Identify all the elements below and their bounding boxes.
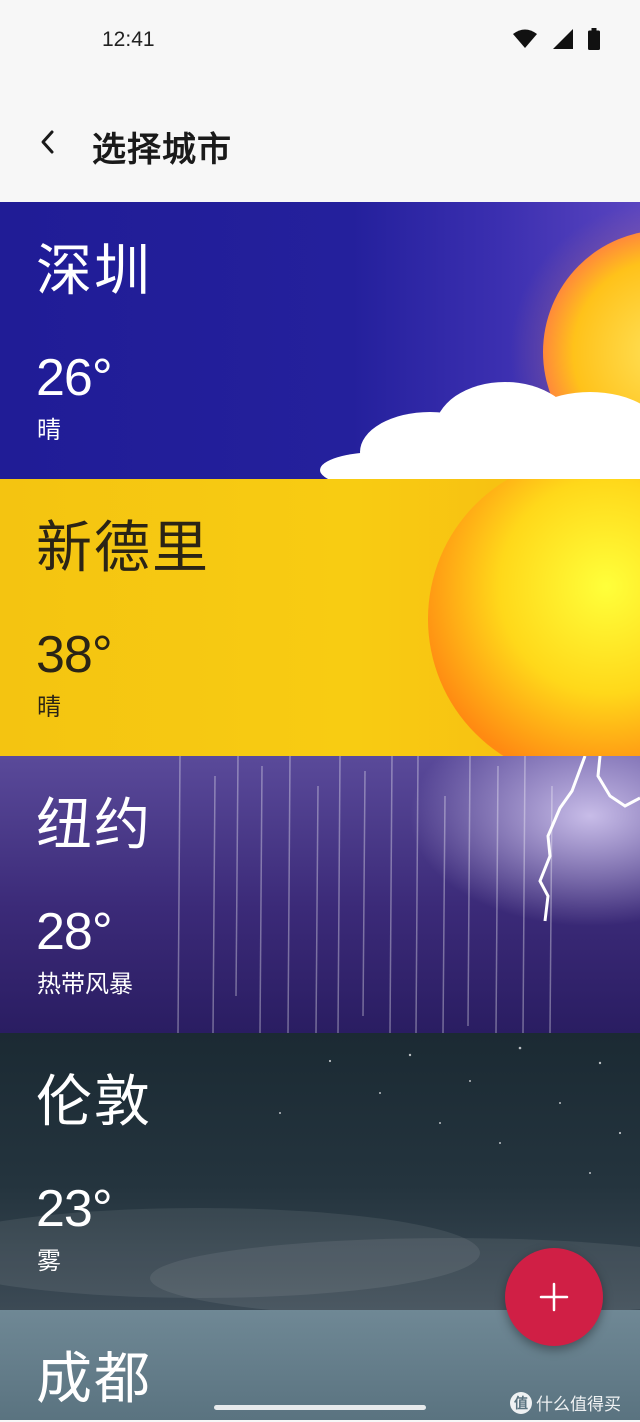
watermark: 值 什么值得买 [510, 1390, 621, 1415]
city-condition: 热带风暴 [37, 970, 133, 998]
city-temperature: 26° [36, 349, 113, 407]
city-name: 纽约 [36, 793, 152, 858]
watermark-text: 什么值得买 [536, 1395, 621, 1415]
battery-icon [588, 28, 600, 50]
gesture-bar[interactable] [214, 1405, 426, 1410]
city-name: 伦敦 [36, 1070, 152, 1135]
city-card-new-delhi[interactable]: 新德里 38° 晴 [0, 479, 640, 756]
city-condition: 晴 [37, 416, 61, 444]
city-name: 成都 [36, 1347, 152, 1412]
plus-icon [539, 1282, 569, 1312]
add-city-button[interactable] [505, 1248, 603, 1346]
city-condition: 晴 [37, 693, 61, 721]
city-name: 新德里 [36, 516, 210, 581]
status-bar: 12:41 [0, 0, 640, 84]
city-name: 深圳 [36, 239, 152, 304]
city-temperature: 23° [36, 1180, 113, 1238]
city-temperature: 38° [36, 626, 113, 684]
city-card-new-york[interactable]: 纽约 28° 热带风暴 [0, 756, 640, 1033]
wifi-icon [513, 29, 537, 48]
watermark-badge: 值 [510, 1391, 532, 1414]
status-time: 12:41 [102, 28, 155, 51]
city-list: 深圳 26° 晴 新德里 38° 晴 纽约 28° 热带风暴 伦敦 23° 雾 … [0, 202, 640, 1422]
city-card-shenzhen[interactable]: 深圳 26° 晴 [0, 202, 640, 479]
back-button[interactable] [28, 122, 68, 162]
signal-icon [553, 29, 573, 49]
city-temperature: 28° [36, 903, 113, 961]
status-icons [512, 28, 600, 50]
chevron-left-icon [41, 130, 54, 154]
city-condition: 雾 [37, 1247, 61, 1275]
app-bar: 选择城市 [0, 84, 640, 202]
page-title: 选择城市 [92, 130, 232, 170]
